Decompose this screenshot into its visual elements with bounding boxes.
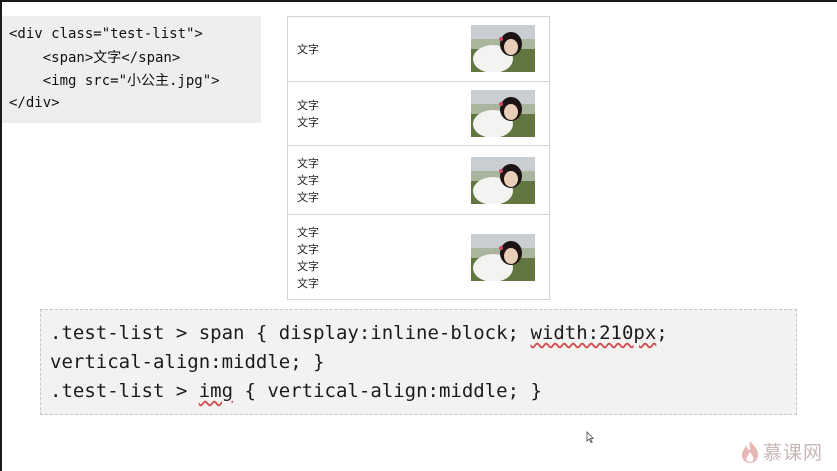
code-text: .test-list > [50, 380, 199, 402]
list-item-text: 文字 文字 文字 文字 [297, 224, 319, 292]
spellcheck-flagged-text: width:210px [530, 322, 657, 344]
css-code-line: .test-list > span { display:inline-block… [50, 320, 668, 346]
list-item: 文字 文字 [288, 82, 549, 146]
brand-watermark: 慕课网 [741, 438, 823, 465]
list-item: 文字 文字 文字 [288, 146, 549, 215]
spellcheck-flagged-text: img [198, 380, 234, 402]
code-line: </div> [9, 95, 60, 111]
text-line: 文字 [297, 191, 319, 204]
princess-photo [471, 90, 535, 137]
princess-photo-icon [471, 157, 535, 204]
code-text: ; [656, 322, 668, 344]
text-line: 文字 [297, 243, 319, 256]
list-item: 文字 [288, 17, 549, 82]
flame-logo-icon [742, 440, 758, 463]
princess-photo [471, 25, 535, 72]
list-item: 文字 文字 文字 文字 [288, 215, 549, 299]
princess-photo-icon [471, 234, 535, 281]
list-item-text: 文字 文字 [297, 97, 319, 131]
list-item-text: 文字 [297, 41, 319, 58]
princess-photo-icon [471, 25, 535, 72]
text-line: 文字 [297, 99, 319, 112]
css-code-line: vertical-align:middle; } [50, 351, 325, 373]
princess-photo [471, 157, 535, 204]
text-line: 文字 [297, 116, 319, 129]
text-line: 文字 [297, 260, 319, 273]
text-line: 文字 [297, 277, 319, 290]
test-list-demo: 文字 文字 文字 文字 文字 文字 文字 文字 文字 文字 [287, 16, 550, 300]
html-code-snippet: <div class="test-list"> <span>文字</span> … [2, 16, 261, 123]
window-top-border [0, 0, 837, 2]
css-code-snippet: .test-list > span { display:inline-block… [40, 309, 797, 415]
text-line: 文字 [297, 174, 319, 187]
mouse-cursor-icon [586, 428, 595, 447]
text-line: 文字 [297, 157, 319, 170]
code-line: <div class="test-list"> [9, 26, 203, 42]
code-line: <span>文字</span> [9, 50, 181, 66]
princess-photo-icon [471, 90, 535, 137]
code-text: .test-list > span { display:inline-block… [50, 322, 531, 344]
princess-photo [471, 234, 535, 281]
brand-name: 慕课网 [763, 442, 824, 464]
code-text: { vertical-align:middle; } [233, 380, 542, 402]
text-line: 文字 [297, 226, 319, 239]
text-line: 文字 [297, 43, 319, 56]
code-line: <img src="小公主.jpg"> [9, 73, 220, 89]
css-code-line: .test-list > img { vertical-align:middle… [50, 378, 542, 404]
list-item-text: 文字 文字 文字 [297, 155, 319, 206]
